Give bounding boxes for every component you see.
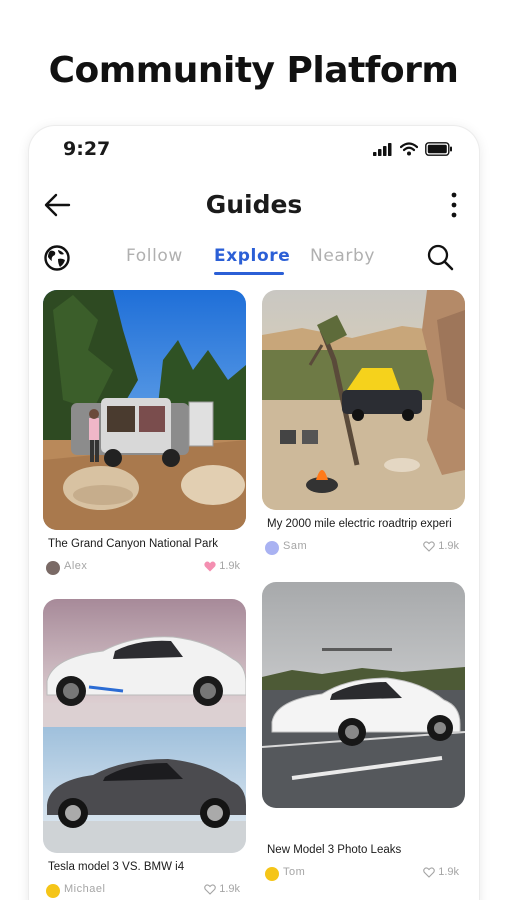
post-meta: Sam 1.9k: [265, 540, 465, 556]
avatar[interactable]: [265, 867, 279, 881]
post-title[interactable]: New Model 3 Photo Leaks: [267, 844, 467, 856]
like-button[interactable]: 1.9k: [204, 883, 240, 895]
author-name[interactable]: Sam: [283, 540, 307, 552]
avatar[interactable]: [46, 884, 60, 898]
author-name[interactable]: Michael: [64, 883, 105, 895]
heart-filled-icon: [204, 561, 216, 571]
post-grid: The Grand Canyon National Park Alex 1.9k: [29, 286, 479, 900]
status-icons: [373, 142, 453, 156]
search-button[interactable]: [425, 242, 455, 272]
globe-icon[interactable]: [43, 244, 71, 272]
tab-nearby[interactable]: Nearby: [310, 246, 375, 266]
post-image[interactable]: [262, 290, 465, 510]
more-vertical-icon: [451, 192, 457, 218]
like-button[interactable]: 1.9k: [204, 560, 240, 572]
tab-explore[interactable]: Explore: [214, 246, 290, 266]
cellular-signal-icon: [373, 142, 392, 156]
like-button[interactable]: 1.9k: [423, 866, 459, 878]
like-count: 1.9k: [438, 540, 459, 552]
post-title[interactable]: Tesla model 3 VS. BMW i4: [48, 861, 248, 873]
battery-icon: [425, 142, 452, 156]
post-meta: Tom 1.9k: [265, 866, 465, 882]
app-bar: Guides: [29, 182, 479, 228]
post-image[interactable]: [43, 290, 246, 530]
post-image[interactable]: [262, 582, 465, 808]
status-bar: 9:27: [29, 126, 479, 174]
heart-outline-icon: [423, 866, 435, 878]
post-title[interactable]: My 2000 mile electric roadtrip experi: [267, 518, 467, 530]
promo-headline: Community Platform: [48, 50, 459, 91]
like-count: 1.9k: [219, 560, 240, 572]
wifi-icon: [400, 142, 418, 156]
like-count: 1.9k: [219, 883, 240, 895]
avatar[interactable]: [46, 561, 60, 575]
page-title: Guides: [205, 190, 303, 219]
tab-bar: Follow Explore Nearby: [29, 240, 479, 280]
search-icon: [427, 244, 454, 271]
post-title[interactable]: The Grand Canyon National Park: [48, 538, 248, 550]
like-button[interactable]: 1.9k: [423, 540, 459, 552]
heart-outline-icon: [423, 540, 435, 552]
heart-outline-icon: [204, 883, 216, 895]
tab-follow[interactable]: Follow: [126, 246, 183, 266]
author-name[interactable]: Tom: [283, 866, 305, 878]
phone-frame: 9:27 Guides Follow Explore Nearby The Gr…: [29, 126, 479, 900]
status-time: 9:27: [63, 138, 111, 160]
post-meta: Michael 1.9k: [46, 883, 246, 899]
active-tab-indicator: [214, 272, 284, 275]
post-image[interactable]: [43, 599, 246, 853]
post-meta: Alex 1.9k: [46, 560, 246, 576]
more-options-button[interactable]: [449, 190, 459, 220]
like-count: 1.9k: [438, 866, 459, 878]
avatar[interactable]: [265, 541, 279, 555]
author-name[interactable]: Alex: [64, 560, 87, 572]
